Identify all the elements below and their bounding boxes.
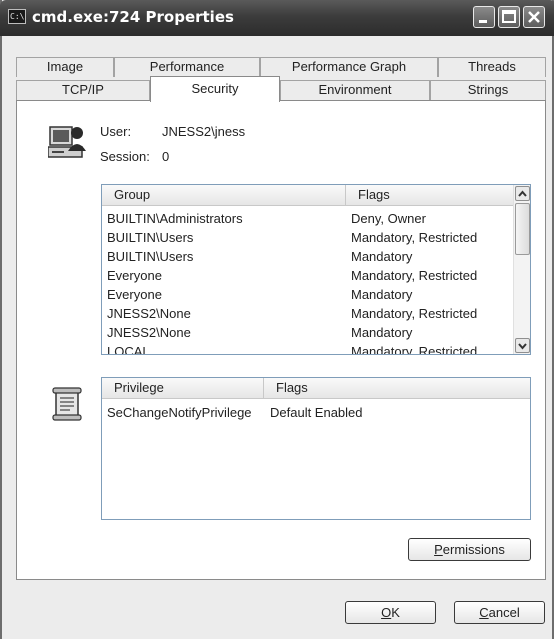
group-cell: LOCAL — [107, 344, 150, 355]
session-label: Session: — [100, 149, 150, 164]
table-row[interactable]: BUILTIN\Users Mandatory — [102, 247, 530, 266]
group-cell: Everyone — [107, 268, 162, 283]
table-row[interactable]: SeChangeNotifyPrivilege Default Enabled — [102, 403, 530, 422]
group-cell: BUILTIN\Administrators — [107, 211, 243, 226]
ok-button[interactable]: OK — [345, 601, 436, 624]
group-cell: BUILTIN\Users — [107, 249, 194, 264]
tab-performance[interactable]: Performance — [114, 57, 260, 77]
groups-header: Group Flags — [102, 185, 515, 206]
privileges-header: Privilege Flags — [102, 378, 530, 399]
groups-list[interactable]: Group Flags BUILTIN\Administrators Deny,… — [101, 184, 531, 355]
tab-environment[interactable]: Environment — [280, 80, 430, 100]
flags-cell: Mandatory, Restricted — [351, 230, 478, 245]
table-row[interactable]: Everyone Mandatory — [102, 285, 530, 304]
table-row[interactable]: BUILTIN\Users Mandatory, Restricted — [102, 228, 530, 247]
minimize-icon — [479, 20, 487, 23]
priv-flags-column-header[interactable]: Flags — [264, 378, 530, 398]
tab-strings[interactable]: Strings — [430, 80, 546, 100]
maximize-button[interactable] — [498, 6, 520, 28]
window-title: cmd.exe:724 Properties — [32, 8, 234, 26]
user-computer-icon — [48, 126, 86, 158]
console-icon: C:\ — [8, 9, 26, 24]
chevron-up-icon — [518, 190, 527, 197]
group-column-header[interactable]: Group — [102, 185, 346, 205]
tab-tcpip[interactable]: TCP/IP — [16, 80, 150, 100]
tab-security[interactable]: Security — [150, 76, 280, 102]
user-value: JNESS2\jness — [162, 124, 246, 139]
privileges-list[interactable]: Privilege Flags SeChangeNotifyPrivilege … — [101, 377, 531, 520]
flags-column-header[interactable]: Flags — [346, 185, 515, 205]
tab-threads[interactable]: Threads — [438, 57, 546, 77]
user-label: User: — [100, 124, 132, 139]
tab-image[interactable]: Image — [16, 57, 114, 77]
flags-cell: Mandatory — [351, 249, 413, 264]
group-cell: JNESS2\None — [107, 325, 191, 340]
flags-cell: Mandatory — [351, 325, 413, 340]
flags-cell: Mandatory, Restricted — [351, 344, 478, 355]
flags-cell: Deny, Owner — [351, 211, 426, 226]
flags-cell: Mandatory, Restricted — [351, 306, 478, 321]
close-button[interactable] — [523, 6, 545, 28]
maximize-icon — [502, 10, 516, 23]
privilege-scroll-icon — [52, 387, 82, 421]
flags-cell: Mandatory — [351, 287, 413, 302]
groups-scrollbar[interactable] — [513, 185, 530, 354]
scroll-down-button[interactable] — [515, 338, 530, 353]
minimize-button[interactable] — [473, 6, 495, 28]
permissions-button[interactable]: Permissions — [408, 538, 531, 561]
table-row[interactable]: JNESS2\None Mandatory — [102, 323, 530, 342]
cancel-button[interactable]: Cancel — [454, 601, 545, 624]
group-cell: JNESS2\None — [107, 306, 191, 321]
group-cell: BUILTIN\Users — [107, 230, 194, 245]
privilege-column-header[interactable]: Privilege — [102, 378, 264, 398]
table-row[interactable]: LOCAL Mandatory, Restricted — [102, 342, 530, 355]
close-icon — [528, 11, 540, 23]
table-row[interactable]: Everyone Mandatory, Restricted — [102, 266, 530, 285]
priv-flags-cell: Default Enabled — [270, 405, 363, 420]
session-value: 0 — [162, 149, 170, 164]
flags-cell: Mandatory, Restricted — [351, 268, 478, 283]
privilege-cell: SeChangeNotifyPrivilege — [107, 405, 252, 420]
chevron-down-icon — [518, 343, 527, 350]
group-cell: Everyone — [107, 287, 162, 302]
title-bar[interactable]: C:\ cmd.exe:724 Properties — [0, 0, 554, 36]
properties-window: C:\ cmd.exe:724 Properties Image Perform… — [0, 0, 554, 639]
scroll-up-button[interactable] — [515, 186, 530, 201]
scroll-thumb[interactable] — [515, 203, 530, 255]
table-row[interactable]: BUILTIN\Administrators Deny, Owner — [102, 209, 530, 228]
tab-performance-graph[interactable]: Performance Graph — [260, 57, 438, 77]
table-row[interactable]: JNESS2\None Mandatory, Restricted — [102, 304, 530, 323]
